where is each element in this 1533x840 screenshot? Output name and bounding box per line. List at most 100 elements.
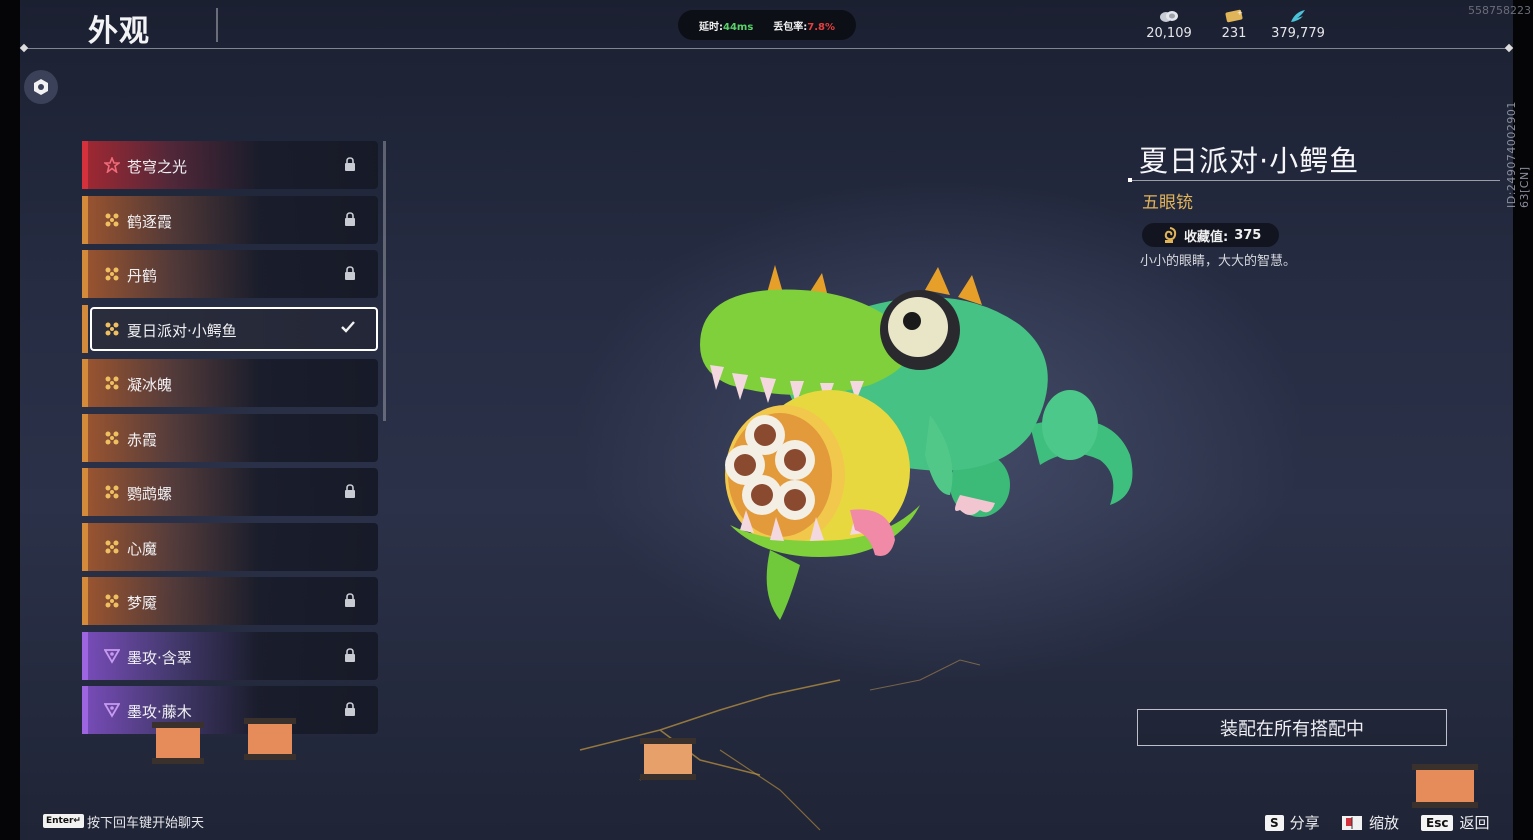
skin-list-item-label: 凝冰魄 <box>127 376 173 394</box>
skin-list-item[interactable]: 梦魇 <box>82 577 378 625</box>
skin-list-item[interactable]: 丹鹤 <box>82 250 378 298</box>
lock-icon <box>345 484 355 498</box>
rarity-bar <box>82 631 88 680</box>
skin-list-scrollbar[interactable] <box>383 141 386 421</box>
latency-label: 延时: <box>698 21 723 33</box>
weapon-model-gator[interactable] <box>690 255 1150 635</box>
skin-list-item[interactable]: 鹦鹉螺 <box>82 468 378 516</box>
lock-icon <box>345 157 355 171</box>
lantern-decoration-2 <box>244 718 296 760</box>
skin-list-item-label: 赤霞 <box>127 430 158 449</box>
rarity-bar <box>82 468 88 516</box>
network-status: 延时:44ms 丢包率:7.8% <box>678 10 856 40</box>
player-uid: 558758223 <box>1468 4 1531 17</box>
rarity-bar <box>82 522 88 571</box>
skin-list-item[interactable]: 夏日派对·小鳄鱼 <box>82 304 378 353</box>
zoom-button[interactable]: 缩放 <box>1341 812 1399 833</box>
rarity-flower-icon <box>105 485 119 499</box>
zoom-label: 缩放 <box>1369 814 1400 832</box>
skin-list-item[interactable]: 心魔 <box>82 522 378 571</box>
back-button[interactable]: Esc 返回 <box>1421 812 1489 833</box>
rarity-star-icon <box>104 157 120 173</box>
rarity-bar <box>82 141 88 189</box>
settings-hex-button[interactable] <box>24 70 58 104</box>
book-zoom-icon <box>1342 815 1362 830</box>
lantern-decoration-4 <box>1412 764 1478 808</box>
hexagon-icon <box>34 79 48 95</box>
skin-list-item-label: 鹤逐霞 <box>127 212 173 231</box>
lock-icon <box>345 593 355 607</box>
spiral-icon <box>1164 227 1177 243</box>
latency-value: 44ms <box>722 21 754 33</box>
header-divider <box>24 48 1510 49</box>
skin-list-item[interactable]: 墨攻·含翠 <box>82 631 378 680</box>
rarity-bar <box>82 359 88 407</box>
equip-all-loadouts-button[interactable]: 装配在所有搭配中 <box>1137 709 1447 746</box>
feather-icon <box>1291 10 1305 22</box>
skin-list-item[interactable]: 赤霞 <box>82 413 378 462</box>
rarity-flower-icon <box>105 431 119 444</box>
ticket-icon: + <box>1225 9 1243 23</box>
skin-list[interactable]: 苍穹之光鹤逐霞丹鹤夏日派对·小鳄鱼 凝冰魄赤霞鹦鹉螺心魔梦魇墨攻·含翠墨攻·藤木 <box>82 141 378 747</box>
rarity-flower-icon <box>105 376 119 390</box>
back-label: 返回 <box>1459 814 1490 832</box>
share-key: S <box>1265 814 1284 831</box>
collection-value: 375 <box>1234 227 1262 243</box>
page-title: 外观 <box>88 14 150 49</box>
skin-list-item-label: 鹦鹉螺 <box>127 485 173 503</box>
rarity-bar <box>82 195 88 244</box>
check-icon <box>341 320 355 333</box>
rarity-triangle-icon <box>104 648 120 664</box>
skin-list-item-label: 墨攻·含翠 <box>127 648 192 667</box>
skin-list-item[interactable]: 墨攻·藤木 <box>82 686 378 734</box>
rarity-flower-icon <box>105 540 119 553</box>
skin-list-item[interactable]: 凝冰魄 <box>82 359 378 407</box>
rarity-triangle-icon <box>104 703 120 718</box>
currency-coins-value: 20,109 <box>1146 26 1192 41</box>
lock-icon <box>345 266 355 280</box>
currency-feathers-value: 379,779 <box>1271 26 1325 41</box>
rarity-bar <box>82 413 88 462</box>
weapon-type: 五眼铳 <box>1142 193 1193 213</box>
back-key: Esc <box>1421 814 1454 831</box>
lock-icon <box>345 702 355 716</box>
skin-list-item-label: 梦魇 <box>127 594 158 612</box>
share-label: 分享 <box>1289 814 1320 832</box>
title-underline-dot <box>1128 178 1132 182</box>
currency-feathers: 379,779 <box>1270 8 1326 41</box>
skin-list-item-label: 夏日派对·小鳄鱼 <box>127 321 237 340</box>
collection-label: 收藏值: <box>1184 229 1229 245</box>
collection-value-badge: 收藏值: 375 <box>1142 223 1280 247</box>
rarity-bar <box>82 304 88 353</box>
skin-list-item[interactable]: 鹤逐霞 <box>82 195 378 244</box>
currency-tickets-value: 231 <box>1221 26 1247 41</box>
skin-list-item-label: 苍穹之光 <box>127 158 188 176</box>
floor-cracks <box>579 659 981 831</box>
rarity-bar <box>82 250 88 298</box>
skin-list-item-label: 心魔 <box>127 539 158 558</box>
skin-list-item-label: 丹鹤 <box>127 267 158 285</box>
lantern-decoration-1 <box>152 722 204 764</box>
session-id: ID:249074002901​63[CN] <box>1505 101 1531 208</box>
packet-loss-value: 7.8% <box>807 21 836 33</box>
rarity-bar <box>82 686 88 734</box>
rarity-flower-icon <box>105 213 119 226</box>
share-button[interactable]: S 分享 <box>1265 812 1320 833</box>
left-border <box>0 0 20 840</box>
title-underline <box>1130 180 1500 181</box>
currency-coins: 20,109 <box>1146 8 1192 41</box>
lantern-decoration-3 <box>640 738 696 780</box>
skin-description: 小小的眼睛，大大的智慧。 <box>1140 254 1297 269</box>
title-divider <box>216 8 218 42</box>
skin-list-item[interactable]: 苍穹之光 <box>82 141 378 189</box>
packet-loss-label: 丢包率: <box>773 21 808 33</box>
lock-icon <box>345 211 355 226</box>
rarity-flower-icon <box>105 267 119 281</box>
enter-key-badge: Enter↵ <box>43 814 84 828</box>
lock-icon <box>345 647 355 662</box>
rarity-flower-icon <box>105 322 119 335</box>
skin-title: 夏日派对·小鳄鱼 <box>1139 144 1360 178</box>
rarity-flower-icon <box>105 594 119 608</box>
coin-stack-icon <box>1160 11 1178 22</box>
chat-hint: 按下回车键开始聊天 <box>87 816 205 831</box>
